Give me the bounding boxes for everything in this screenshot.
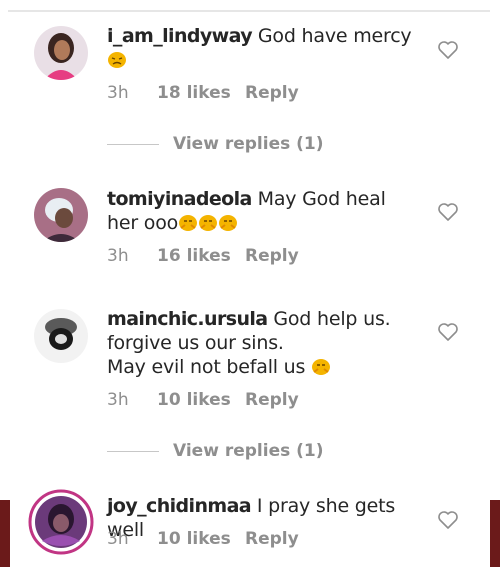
comment-meta: 3h 18 likes Reply [107, 83, 299, 103]
heart-outline-icon[interactable] [437, 202, 459, 222]
comment-username[interactable]: i_am_lindyway [107, 25, 253, 47]
top-divider [8, 10, 490, 12]
avatar-image [34, 26, 88, 80]
reply-button[interactable]: Reply [245, 246, 299, 266]
comment-username[interactable]: mainchic.ursula [107, 308, 268, 330]
view-replies-label: View replies (1) [173, 134, 324, 154]
comment-text-line: forgive us our sins. [107, 332, 284, 354]
comment-body: tomiyinadeola May God heal her ooo [107, 187, 417, 235]
comment-meta: 3h 10 likes Reply [107, 529, 299, 549]
reply-button[interactable]: Reply [245, 529, 299, 549]
comment-likes[interactable]: 10 likes [157, 529, 245, 549]
face-emoji-icon [311, 358, 331, 376]
comment-text: God have mercy [257, 25, 412, 47]
left-edge-bar [0, 500, 10, 567]
comment-time: 3h [107, 83, 129, 103]
avatar-image [34, 309, 88, 363]
comment-time: 3h [107, 390, 129, 410]
view-replies-button[interactable]: View replies (1) [107, 441, 324, 461]
comment-username[interactable]: joy_chidinmaa [107, 495, 252, 517]
comment-text-line: God help us. [273, 308, 391, 330]
avatar-image [28, 489, 94, 555]
reply-button[interactable]: Reply [245, 83, 299, 103]
avatar[interactable] [34, 309, 88, 363]
face-emoji-icon [107, 51, 127, 69]
avatar[interactable] [34, 26, 88, 80]
comment-username[interactable]: tomiyinadeola [107, 188, 252, 210]
avatar[interactable] [34, 188, 88, 242]
view-replies-button[interactable]: View replies (1) [107, 134, 324, 154]
comment-meta: 3h 16 likes Reply [107, 246, 299, 266]
comment-time: 3h [107, 529, 129, 549]
comment-likes[interactable]: 18 likes [157, 83, 245, 103]
face-emoji-icon [178, 214, 198, 232]
face-emoji-icon [198, 214, 218, 232]
reply-button[interactable]: Reply [245, 390, 299, 410]
view-replies-label: View replies (1) [173, 441, 324, 461]
heart-outline-icon[interactable] [437, 510, 459, 530]
avatar-with-story-ring[interactable] [28, 489, 94, 555]
comment-time: 3h [107, 246, 129, 266]
heart-outline-icon[interactable] [437, 322, 459, 342]
right-edge-bar [490, 500, 500, 567]
comment-meta: 3h 10 likes Reply [107, 390, 299, 410]
avatar-image [34, 188, 88, 242]
comment-body: i_am_lindyway God have mercy [107, 24, 417, 72]
replies-divider-line [107, 143, 159, 145]
heart-outline-icon[interactable] [437, 40, 459, 60]
replies-divider-line [107, 450, 159, 452]
comment-text-line: May evil not befall us [107, 356, 306, 378]
comment-body: mainchic.ursula God help us. forgive us … [107, 307, 417, 379]
face-emoji-icon [218, 214, 238, 232]
comment-likes[interactable]: 16 likes [157, 246, 245, 266]
comment-likes[interactable]: 10 likes [157, 390, 245, 410]
